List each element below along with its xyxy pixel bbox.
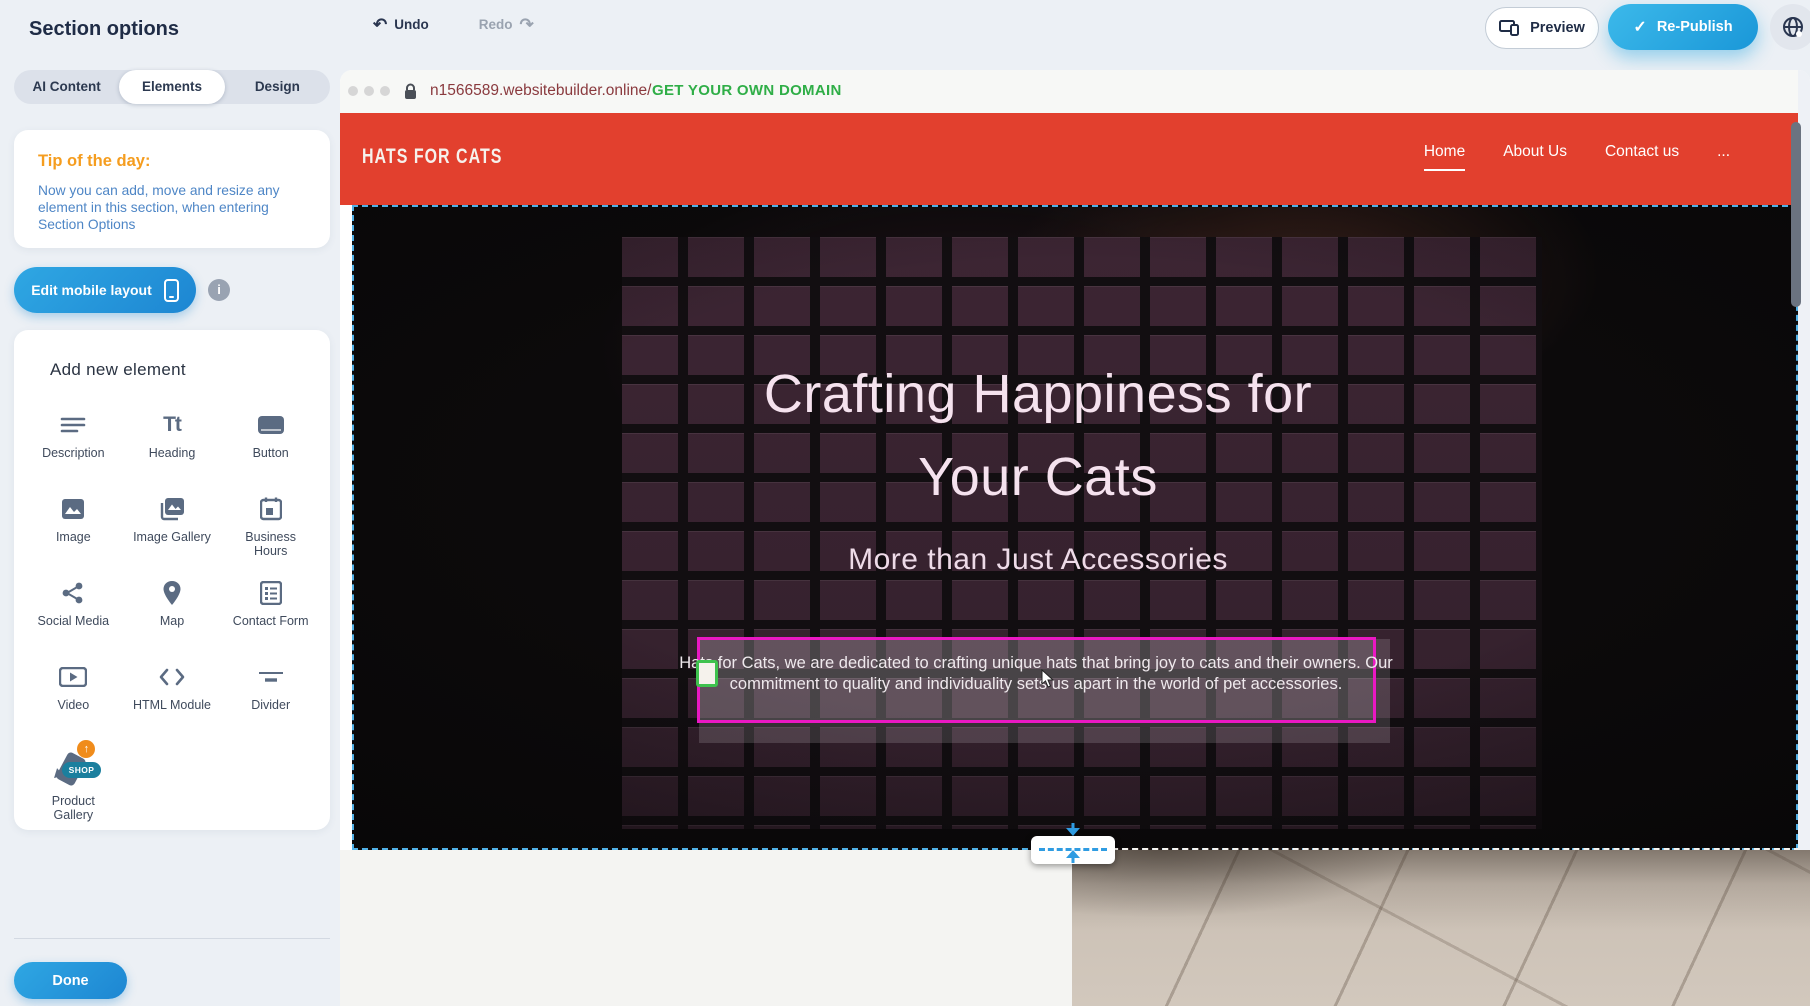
tip-body: Now you can add, move and resize any ele… xyxy=(38,182,306,233)
element-button[interactable]: Button xyxy=(221,396,320,476)
nav-more-ellipsis[interactable]: ... xyxy=(1717,143,1730,171)
panel-title: Section options xyxy=(29,18,179,41)
map-icon xyxy=(162,578,182,608)
hero-heading[interactable]: Crafting Happiness for Your Cats xyxy=(718,353,1358,519)
section-options-panel: Section options AI Content Elements Desi… xyxy=(0,0,340,1006)
shop-badge: SHOP xyxy=(62,762,102,778)
heading-icon: Tt xyxy=(163,410,181,440)
tab-design[interactable]: Design xyxy=(225,70,330,104)
add-element-title: Add new element xyxy=(50,360,186,380)
tab-ai-content[interactable]: AI Content xyxy=(14,70,119,104)
element-image[interactable]: Image xyxy=(24,480,123,560)
lock-icon xyxy=(404,83,417,100)
edit-mobile-label: Edit mobile layout xyxy=(31,282,152,298)
tab-elements[interactable]: Elements xyxy=(119,70,224,104)
element-contact-form[interactable]: Contact Form xyxy=(221,564,320,644)
hero-subheading[interactable]: More than Just Accessories xyxy=(718,543,1358,577)
tip-card: Tip of the day: Now you can add, move an… xyxy=(14,130,330,248)
hero-paragraph[interactable]: Hats for Cats, we are dedicated to craft… xyxy=(671,653,1401,694)
info-icon[interactable]: i xyxy=(208,279,230,301)
preview-button[interactable]: Preview xyxy=(1485,7,1599,49)
element-video[interactable]: Video xyxy=(24,648,123,728)
description-icon xyxy=(60,410,86,440)
done-button[interactable]: Done xyxy=(14,962,127,999)
redo-icon: ↷ xyxy=(520,16,534,33)
upgrade-badge-icon: ↑ xyxy=(77,740,95,758)
redo-label: Redo xyxy=(479,17,513,32)
nav-item-home[interactable]: Home xyxy=(1424,143,1465,171)
undo-label: Undo xyxy=(394,17,429,32)
section-divider-dashes xyxy=(1072,848,1810,850)
nav-item-about[interactable]: About Us xyxy=(1503,143,1567,171)
panel-tabs: AI Content Elements Design xyxy=(14,70,330,104)
paved-floor-image xyxy=(1072,850,1810,1006)
site-nav: Home About Us Contact us ... xyxy=(1424,143,1730,171)
element-divider[interactable]: Divider xyxy=(221,648,320,728)
check-icon: ✓ xyxy=(1633,17,1646,37)
image-gallery-icon xyxy=(159,494,185,524)
element-drag-handle[interactable] xyxy=(696,660,718,687)
business-hours-icon xyxy=(260,494,282,524)
element-business-hours[interactable]: Business Hours xyxy=(221,480,320,560)
element-social-media[interactable]: Social Media xyxy=(24,564,123,644)
globe-icon xyxy=(1781,15,1805,39)
window-dot-2 xyxy=(364,86,374,96)
preview-label: Preview xyxy=(1530,20,1585,36)
window-dot-3 xyxy=(380,86,390,96)
site-logo[interactable]: HATS FOR CATS xyxy=(362,146,502,169)
republish-button[interactable]: ✓ Re-Publish xyxy=(1608,4,1758,50)
nav-item-contact[interactable]: Contact us xyxy=(1605,143,1679,171)
arrow-down-icon xyxy=(1065,823,1081,837)
element-html-module[interactable]: HTML Module xyxy=(123,648,222,728)
undo-button[interactable]: ↶ Undo xyxy=(373,16,429,33)
element-description[interactable]: Description xyxy=(24,396,123,476)
element-image-gallery[interactable]: Image Gallery xyxy=(123,480,222,560)
undo-icon: ↶ xyxy=(373,16,387,33)
element-product-gallery[interactable]: ↑ SHOP Product Gallery xyxy=(24,732,123,822)
republish-label: Re-Publish xyxy=(1657,19,1733,35)
section-resize-handle[interactable] xyxy=(1031,836,1115,864)
phone-icon xyxy=(164,279,179,302)
product-gallery-icon: ↑ SHOP xyxy=(51,746,95,788)
button-icon xyxy=(257,410,285,440)
video-icon xyxy=(59,662,87,692)
redo-button[interactable]: Redo ↷ xyxy=(479,16,534,33)
hero-section-selected[interactable]: Crafting Happiness for Your Cats More th… xyxy=(352,205,1798,850)
tip-title: Tip of the day: xyxy=(38,152,150,171)
add-element-card: Add new element Description Tt Heading xyxy=(14,330,330,830)
site-preview-window: n1566589.websitebuilder.online/ GET YOUR… xyxy=(340,70,1810,1006)
social-media-icon xyxy=(61,578,85,608)
get-domain-link[interactable]: GET YOUR OWN DOMAIN xyxy=(652,82,842,99)
next-section[interactable] xyxy=(340,850,1810,1006)
element-heading[interactable]: Tt Heading xyxy=(123,396,222,476)
divider-icon xyxy=(258,662,284,692)
site-header[interactable]: HATS FOR CATS Home About Us Contact us .… xyxy=(340,113,1798,205)
html-module-icon xyxy=(159,662,185,692)
language-globe-button[interactable] xyxy=(1770,4,1810,50)
address-url[interactable]: n1566589.websitebuilder.online/ xyxy=(430,82,651,100)
sidebar-divider xyxy=(14,938,330,939)
browser-chrome-bar: n1566589.websitebuilder.online/ GET YOUR… xyxy=(340,70,1810,113)
devices-icon xyxy=(1499,20,1521,36)
website-builder-app: ↶ Undo Redo ↷ Preview ✓ Re-Publish xyxy=(0,0,1810,1006)
window-dot-1 xyxy=(348,86,358,96)
contact-form-icon xyxy=(260,578,282,608)
image-icon xyxy=(61,494,85,524)
edit-mobile-layout-button[interactable]: Edit mobile layout xyxy=(14,267,196,313)
element-map[interactable]: Map xyxy=(123,564,222,644)
scrollbar-thumb[interactable] xyxy=(1791,122,1801,307)
element-grid: Description Tt Heading Button Ima xyxy=(24,396,320,822)
arrow-up-icon xyxy=(1065,849,1081,863)
